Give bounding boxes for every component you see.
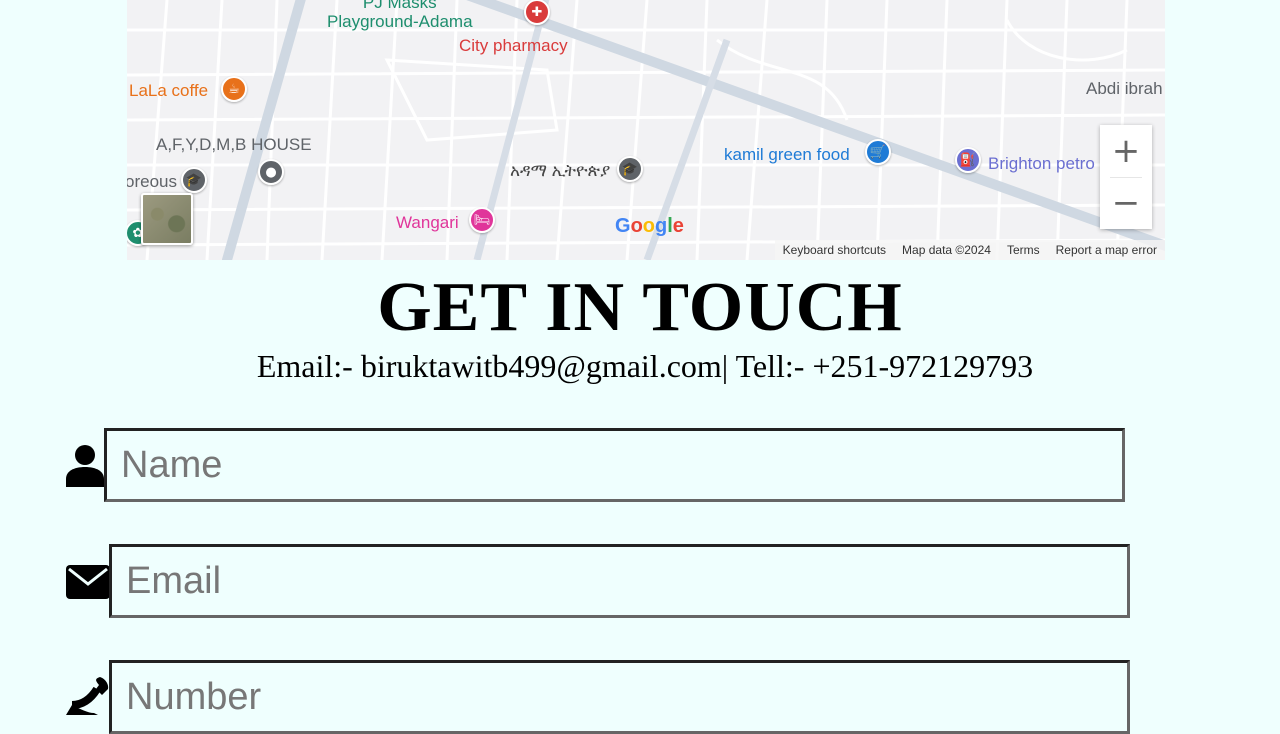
poi-lala-coffe[interactable]: LaLa coffe [129,82,208,99]
place-pin-icon[interactable]: ● [258,159,284,185]
satellite-view-toggle[interactable] [141,193,193,245]
number-input[interactable] [109,660,1130,734]
zoom-out-button[interactable]: − [1100,177,1152,229]
school-icon[interactable]: 🎓 [181,167,207,193]
zoom-in-button[interactable]: + [1100,125,1152,177]
poi-preous[interactable]: oreous [127,173,177,190]
map-attribution: Keyboard shortcuts Map data ©2024 Terms … [774,240,1165,260]
poi-afydmb-house[interactable]: A,F,Y,D,M,B HOUSE [156,136,312,153]
map-embed[interactable]: PJ Masks Playground-Adama ✚ City pharmac… [127,0,1165,260]
terms-link[interactable]: Terms [999,243,1048,257]
google-logo: Google [615,215,684,237]
map-data-text: Map data ©2024 [902,243,991,257]
poi-adama-ethiopia[interactable]: አዳማ ኢትዮጵያ [510,162,610,179]
poi-abdi-ibrah[interactable]: Abdi ibrah [1086,80,1163,97]
poi-kamil-green-food[interactable]: kamil green food [724,146,850,163]
zoom-divider [1110,177,1142,178]
page-title: GET IN TOUCH [377,269,903,346]
phone-icon [66,677,109,715]
hotel-icon[interactable]: 🛏 [469,207,495,233]
poi-brighton-petro[interactable]: Brighton petro [988,155,1095,172]
poi-pj-masks-line2: Playground-Adama [327,11,473,31]
email-input[interactable] [109,544,1130,618]
envelope-icon [66,565,110,599]
gas-station-icon[interactable]: ⛽ [955,147,981,173]
name-input[interactable] [104,428,1125,502]
poi-pj-masks[interactable]: PJ Masks Playground-Adama [327,0,473,31]
zoom-control: + − [1100,125,1152,229]
contact-info: Email:- biruktawitb499@gmail.com| Tell:-… [256,348,1034,384]
poi-wangari[interactable]: Wangari [396,214,459,231]
pharmacy-icon[interactable]: ✚ [524,0,550,25]
user-icon [66,445,104,487]
poi-city-pharmacy[interactable]: City pharmacy [459,37,568,54]
report-map-error-link[interactable]: Report a map error [1048,243,1165,257]
shopping-cart-icon[interactable]: 🛒 [865,139,891,165]
coffee-icon[interactable]: ☕ [221,76,247,102]
keyboard-shortcuts-link[interactable]: Keyboard shortcuts [775,243,894,257]
school-icon-2[interactable]: 🎓 [617,156,643,182]
poi-pj-masks-line1: PJ Masks [362,0,437,12]
